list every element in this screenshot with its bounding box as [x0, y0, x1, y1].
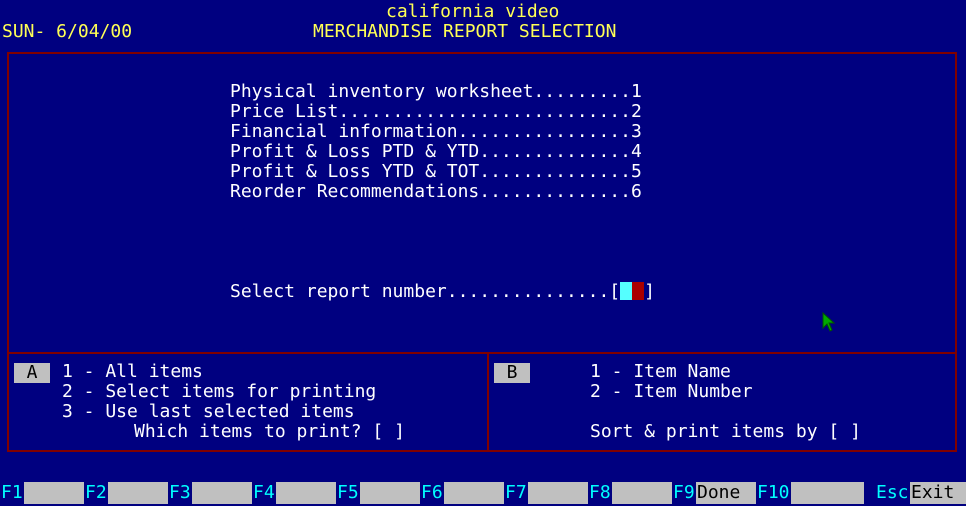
- fkey-f8[interactable]: F8: [588, 482, 672, 504]
- option-last-selected[interactable]: 3 - Use last selected items: [62, 402, 355, 422]
- menu-item-pl-ptd-ytd[interactable]: Profit & Loss PTD & YTD..............4: [230, 142, 642, 162]
- mouse-pointer-icon: [822, 312, 836, 332]
- company-name: california video: [386, 1, 560, 22]
- current-date: SUN- 6/04/00: [2, 21, 133, 42]
- menu-item-price-list[interactable]: Price List...........................2: [230, 102, 642, 122]
- fkey-f3[interactable]: F3: [168, 482, 252, 504]
- fkey-f2[interactable]: F2: [84, 482, 168, 504]
- option-item-number[interactable]: 2 - Item Number: [590, 382, 753, 402]
- menu-item-pl-ytd-tot[interactable]: Profit & Loss YTD & TOT..............5: [230, 162, 642, 182]
- input-cell: [632, 282, 645, 300]
- report-number-prompt-close: ]: [644, 281, 655, 302]
- fkey-f4[interactable]: F4: [252, 482, 336, 504]
- fkey-f6[interactable]: F6: [420, 482, 504, 504]
- fkey-f1[interactable]: F1: [0, 482, 84, 504]
- report-number-prompt-label: Select report number...............[: [230, 281, 621, 302]
- sort-by-field[interactable]: Sort & print items by [ ]: [590, 422, 861, 442]
- fkey-f9-done[interactable]: F9 Done: [672, 482, 756, 504]
- option-select-items[interactable]: 2 - Select items for printing: [62, 382, 376, 402]
- menu-item-reorder-recommendations[interactable]: Reorder Recommendations..............6: [230, 182, 642, 202]
- panel-a-label: A: [14, 363, 50, 383]
- option-all-items[interactable]: 1 - All items: [62, 362, 203, 382]
- menu-item-financial-information[interactable]: Financial information................3: [230, 122, 642, 142]
- items-to-print-field[interactable]: Which items to print? [ ]: [134, 422, 405, 442]
- panel-b-label: B: [494, 363, 530, 383]
- report-number-prompt: Select report number...............[]: [230, 282, 655, 302]
- page-title: MERCHANDISE REPORT SELECTION: [313, 21, 617, 42]
- report-number-input[interactable]: [620, 281, 645, 302]
- fkey-f5[interactable]: F5: [336, 482, 420, 504]
- fkey-f10[interactable]: F10: [756, 482, 864, 504]
- text-cursor: [620, 282, 633, 300]
- function-key-bar: F1 F2 F3 F4 F5 F6 F7 F8 F9 Done F10 Esc Ex…: [0, 482, 966, 504]
- option-item-name[interactable]: 1 - Item Name: [590, 362, 731, 382]
- menu-item-physical-inventory[interactable]: Physical inventory worksheet.........1: [230, 82, 642, 102]
- fkey-esc-exit[interactable]: Esc Exit: [864, 482, 966, 504]
- fkey-f7[interactable]: F7: [504, 482, 588, 504]
